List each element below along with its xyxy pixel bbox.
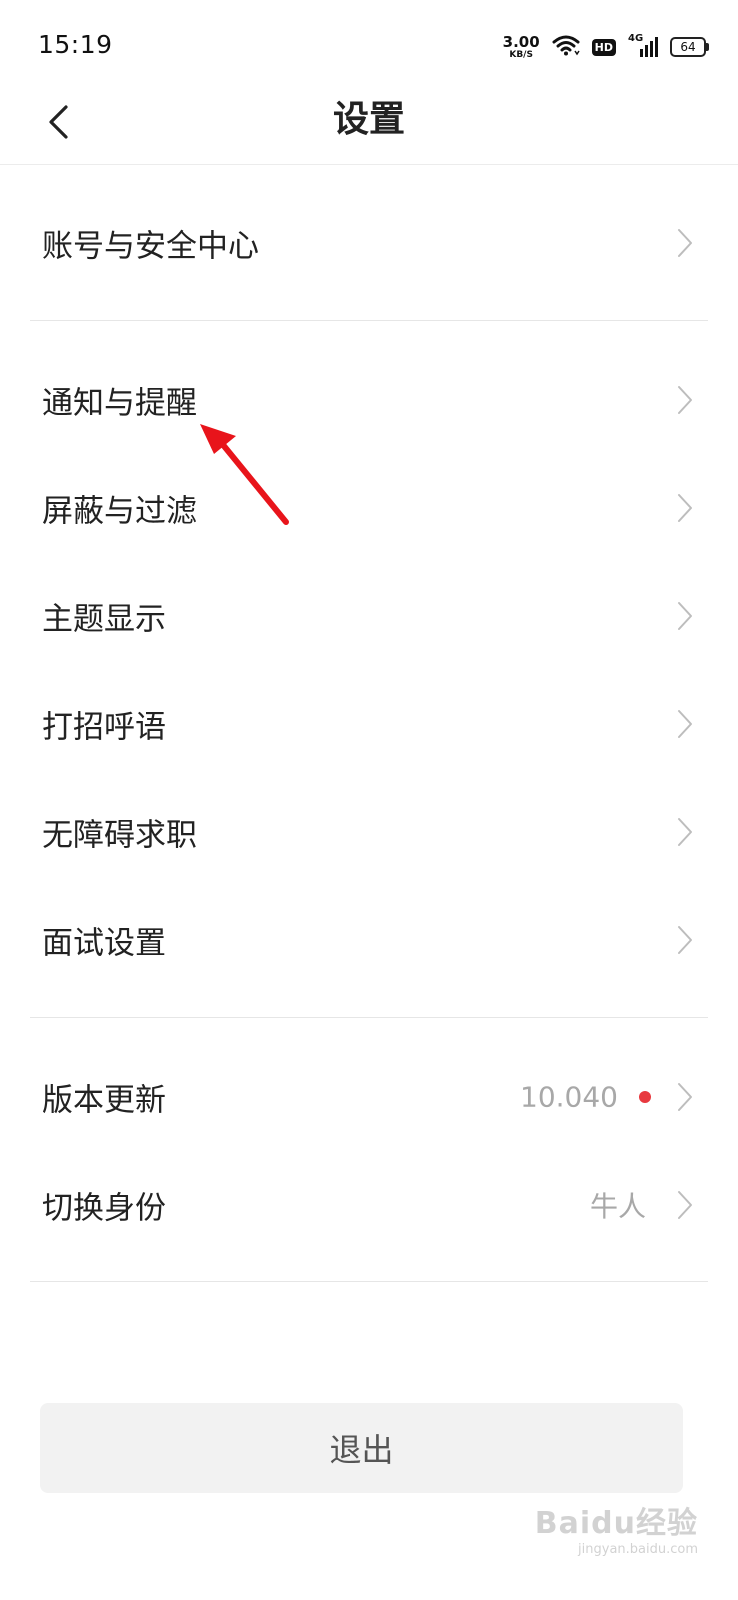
menu-item-notifications[interactable]: 通知与提醒 <box>0 350 738 450</box>
logout-button[interactable]: 退出 <box>40 1403 683 1493</box>
battery-level: 64 <box>680 40 696 54</box>
chevron-right-icon <box>678 818 692 846</box>
menu-item-label: 切换身份 <box>42 1190 166 1227</box>
chevron-right-icon <box>678 1191 692 1219</box>
menu-item-label: 账号与安全中心 <box>42 228 259 265</box>
section-divider <box>30 320 708 321</box>
battery-icon: 64 <box>670 37 709 57</box>
wifi-icon <box>552 34 580 60</box>
menu-item-interview-settings[interactable]: 面试设置 <box>0 890 738 990</box>
chevron-right-icon <box>678 1083 692 1111</box>
chevron-right-icon <box>678 229 692 257</box>
section-divider <box>30 1017 708 1018</box>
network-speed-unit: KB/S <box>509 49 533 60</box>
chevron-right-icon <box>678 386 692 414</box>
watermark-url: jingyan.baidu.com <box>578 1542 698 1557</box>
menu-item-theme-display[interactable]: 主题显示 <box>0 566 738 666</box>
navigation-header: 设置 <box>0 88 738 165</box>
status-icons: 3.00 KB/S HD 4G 64 <box>502 30 709 64</box>
menu-item-label: 打招呼语 <box>42 709 166 746</box>
menu-item-label: 无障碍求职 <box>42 817 197 854</box>
chevron-right-icon <box>678 494 692 522</box>
menu-item-label: 通知与提醒 <box>42 385 197 422</box>
status-bar: 15:19 3.00 KB/S HD 4G 64 <box>0 0 738 88</box>
menu-item-account-security[interactable]: 账号与安全中心 <box>0 193 738 293</box>
current-identity: 牛人 <box>589 1190 646 1223</box>
menu-item-block-filter[interactable]: 屏蔽与过滤 <box>0 458 738 558</box>
network-speed: 3.00 KB/S <box>502 32 540 60</box>
menu-item-label: 面试设置 <box>42 925 166 962</box>
menu-item-switch-identity[interactable]: 切换身份 牛人 <box>0 1155 738 1255</box>
signal-icon: 4G <box>628 33 658 59</box>
menu-item-accessibility[interactable]: 无障碍求职 <box>0 782 738 882</box>
menu-item-version-update[interactable]: 版本更新 10.040 <box>0 1047 738 1147</box>
hd-icon: HD <box>591 38 616 56</box>
version-number: 10.040 <box>520 1080 618 1114</box>
baidu-watermark: Baidu经验 jingyan.baidu.com <box>535 1498 698 1557</box>
chevron-right-icon <box>678 710 692 738</box>
status-time: 15:19 <box>38 30 113 59</box>
chevron-right-icon <box>678 602 692 630</box>
menu-item-label: 版本更新 <box>42 1082 166 1119</box>
watermark-text: Baidu经验 <box>534 1506 698 1541</box>
menu-item-greeting[interactable]: 打招呼语 <box>0 674 738 774</box>
chevron-right-icon <box>678 926 692 954</box>
menu-item-label: 主题显示 <box>42 601 166 638</box>
new-version-badge <box>639 1091 651 1103</box>
section-divider <box>30 1281 708 1282</box>
menu-item-label: 屏蔽与过滤 <box>42 493 197 530</box>
page-title: 设置 <box>332 99 405 140</box>
network-speed-value: 3.00 <box>502 32 540 51</box>
